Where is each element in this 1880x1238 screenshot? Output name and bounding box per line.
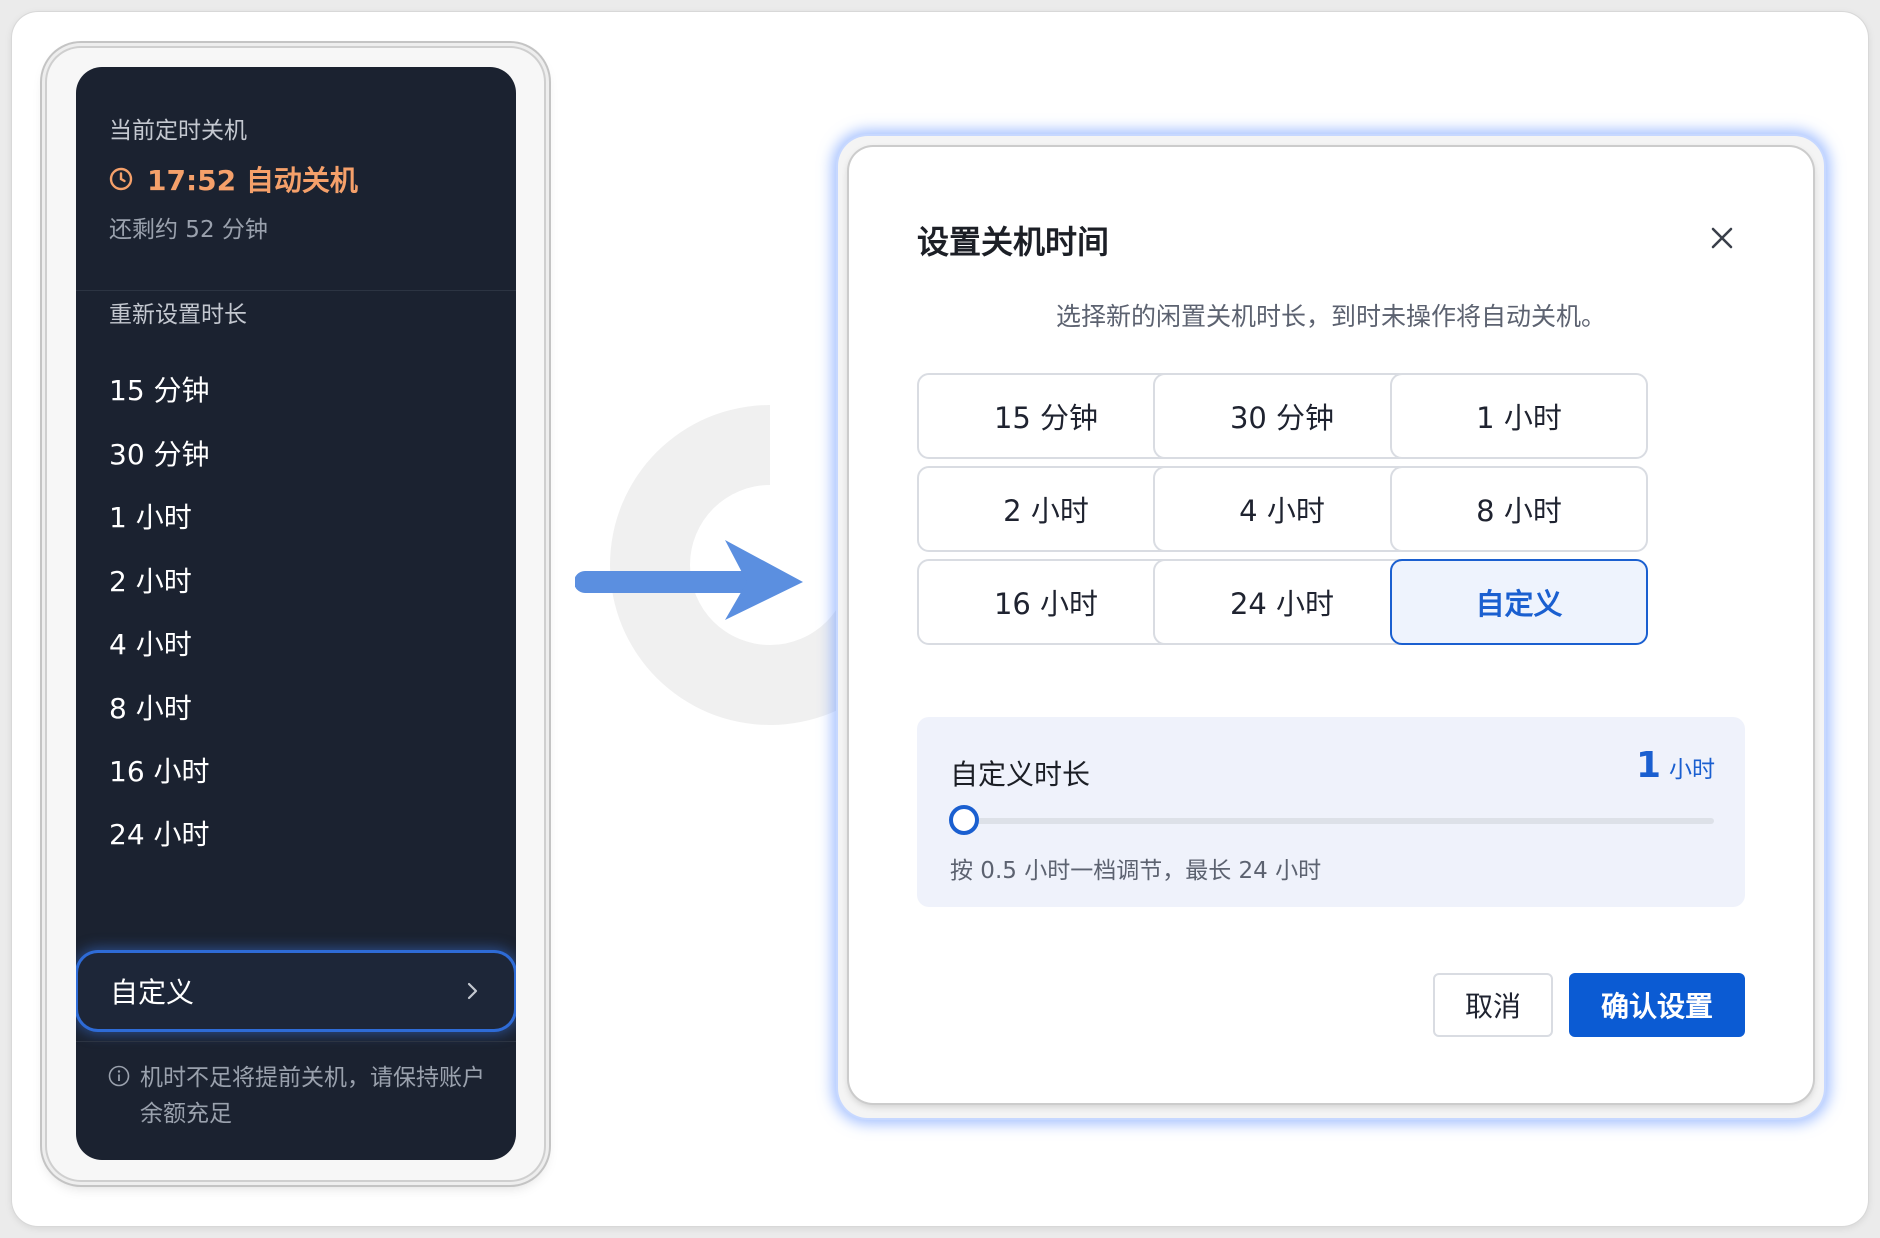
custom-duration-slider-track[interactable] (962, 818, 1714, 824)
duration-option-2h[interactable]: 2 小时 (917, 466, 1175, 552)
custom-duration-number: 1 (1635, 745, 1661, 786)
menu-option-24h[interactable]: 24 小时 (109, 813, 210, 853)
reset-duration-label: 重新设置时长 (109, 302, 247, 328)
clock-icon (109, 167, 133, 191)
custom-duration-unit: 小时 (1669, 757, 1715, 783)
custom-duration-label: 自定义时长 (950, 758, 1091, 791)
menu-divider-bottom (76, 1041, 516, 1042)
menu-option-15min[interactable]: 15 分钟 (109, 369, 210, 409)
dialog-title: 设置关机时间 (917, 223, 1110, 261)
chevron-right-icon (467, 982, 478, 1000)
custom-duration-slider-thumb[interactable] (949, 805, 979, 835)
current-timer-label: 当前定时关机 (109, 118, 247, 144)
arrow-right-icon (575, 540, 803, 620)
remaining-time: 还剩约 52 分钟 (109, 217, 268, 243)
duration-option-8h[interactable]: 8 小时 (1390, 466, 1648, 552)
balance-note-text: 机时不足将提前关机，请保持账户余额充足 (140, 1065, 485, 1127)
duration-option-15min[interactable]: 15 分钟 (917, 373, 1175, 459)
current-shutdown-time: 17:52 自动关机 (109, 159, 358, 199)
custom-duration-hint: 按 0.5 小时一档调节，最长 24 小时 (950, 858, 1322, 884)
cancel-button[interactable]: 取消 (1433, 973, 1553, 1037)
custom-duration-panel: 自定义时长 1 小时 按 0.5 小时一档调节，最长 24 小时 (917, 717, 1745, 907)
menu-option-2h[interactable]: 2 小时 (109, 560, 192, 600)
dialog-subtitle: 选择新的闲置关机时长，到时未操作将自动关机。 (1055, 302, 1606, 331)
menu-divider (76, 290, 516, 291)
menu-option-8h[interactable]: 8 小时 (109, 687, 192, 727)
menu-option-30min[interactable]: 30 分钟 (109, 433, 210, 473)
menu-option-4h[interactable]: 4 小时 (109, 623, 192, 663)
menu-option-16h[interactable]: 16 小时 (109, 750, 210, 790)
duration-option-24h[interactable]: 24 小时 (1153, 559, 1411, 645)
shutdown-timer-menu: 当前定时关机 17:52 自动关机 还剩约 52 分钟 重新设置时长 15 分钟… (76, 67, 516, 1160)
menu-option-1h[interactable]: 1 小时 (109, 496, 192, 536)
duration-option-30min[interactable]: 30 分钟 (1153, 373, 1411, 459)
duration-option-custom[interactable]: 自定义 (1390, 559, 1648, 645)
current-shutdown-time-text: 17:52 自动关机 (147, 164, 358, 197)
confirm-button[interactable]: 确认设置 (1569, 973, 1745, 1037)
menu-option-custom[interactable]: 自定义 (78, 953, 514, 1029)
set-shutdown-dialog: 设置关机时间 选择新的闲置关机时长，到时未操作将自动关机。 15 分钟 30 分… (849, 147, 1813, 1103)
menu-option-custom-label: 自定义 (110, 976, 195, 1009)
duration-option-1h[interactable]: 1 小时 (1390, 373, 1648, 459)
duration-option-4h[interactable]: 4 小时 (1153, 466, 1411, 552)
custom-duration-value: 1 小时 (1636, 745, 1715, 786)
balance-note: 机时不足将提前关机，请保持账户余额充足 (108, 1060, 488, 1132)
duration-option-16h[interactable]: 16 小时 (917, 559, 1175, 645)
info-icon (108, 1065, 130, 1087)
close-icon[interactable] (1707, 223, 1737, 253)
